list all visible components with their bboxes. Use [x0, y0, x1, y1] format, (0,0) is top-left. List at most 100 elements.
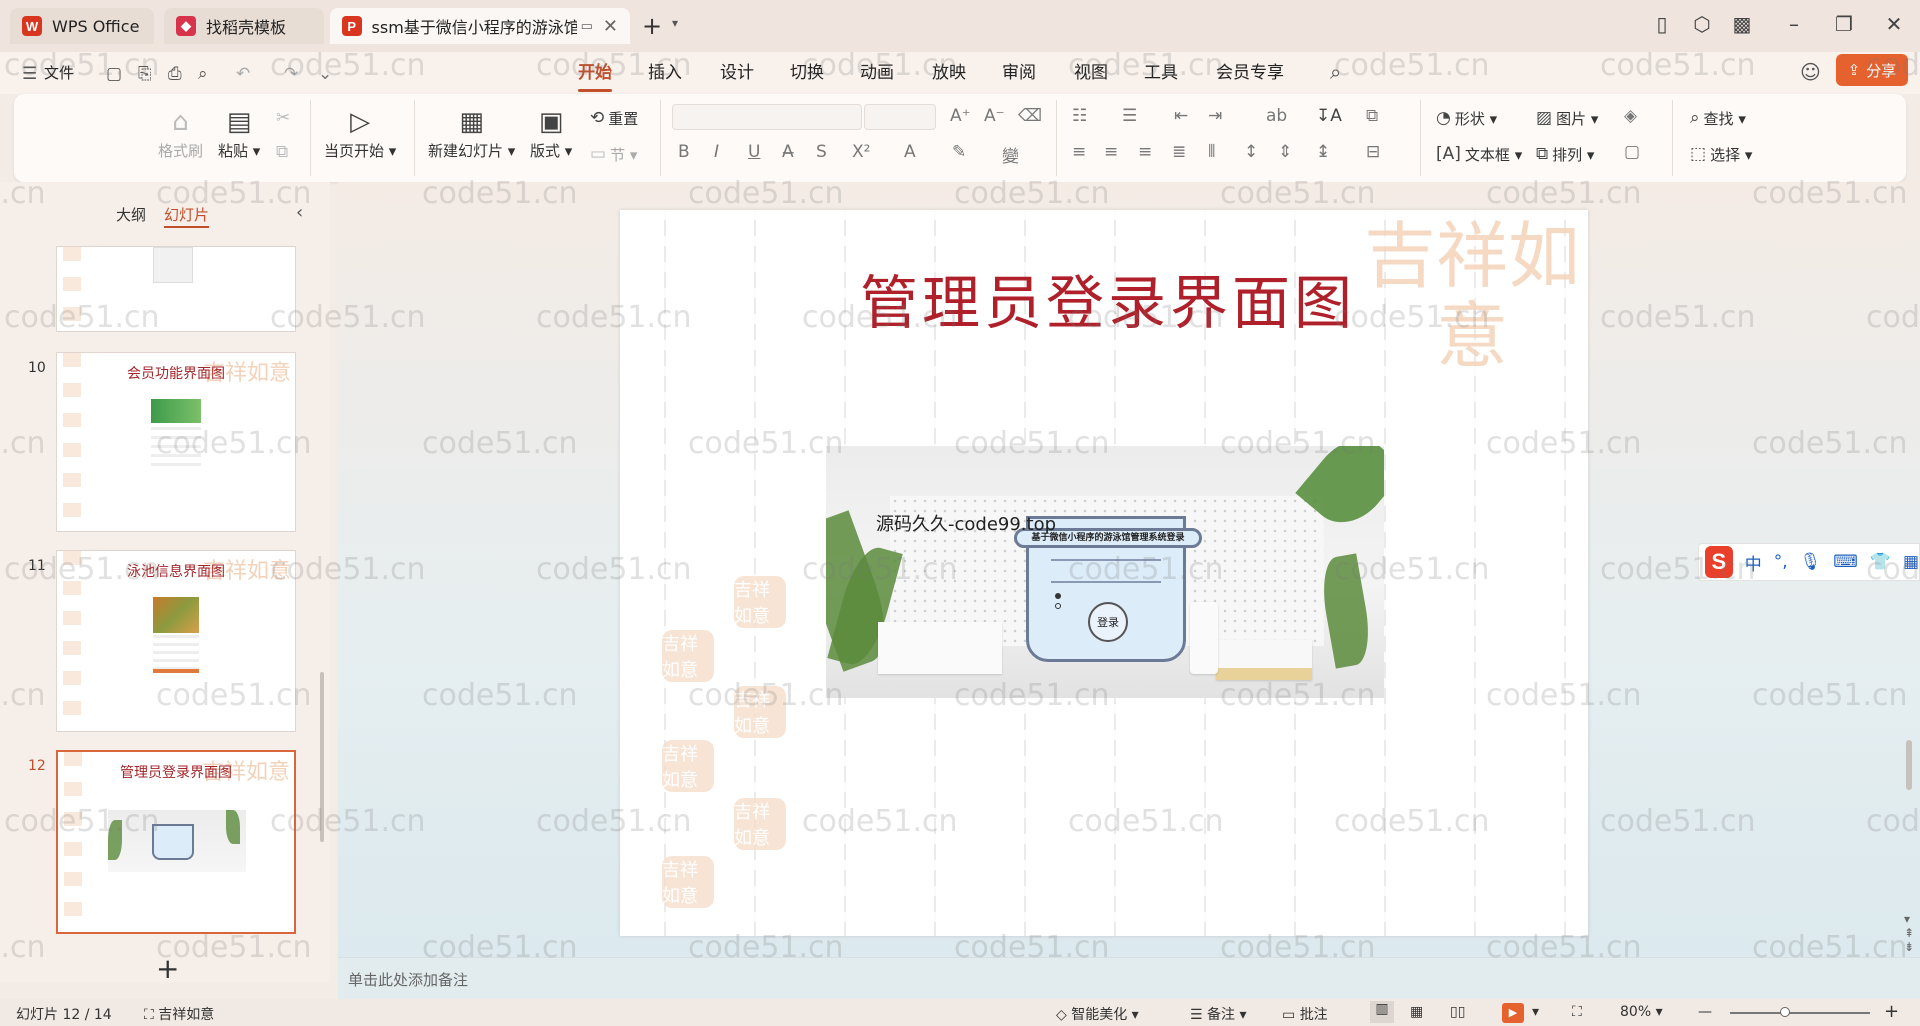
close-window-icon[interactable]: ✕ [1876, 12, 1912, 36]
cut-icon[interactable]: ✂ [276, 108, 290, 128]
sort-icon[interactable]: ↧A [1316, 106, 1342, 126]
highlight-icon[interactable]: ✎ [952, 142, 966, 162]
slide-title[interactable]: 管理员登录界面图 [620, 256, 1588, 340]
menu-view[interactable]: 视图 [1074, 60, 1108, 86]
tab-outline[interactable]: 大纲 [116, 204, 146, 225]
format-painter-button[interactable]: ⌂ 格式刷 [158, 104, 203, 161]
canvas-scrollbar[interactable] [1906, 740, 1912, 790]
save-icon[interactable]: ▢ [106, 64, 122, 84]
paragraph-spacing-icon[interactable]: ⇕ [1278, 142, 1292, 162]
microphone-icon[interactable]: 🎙 [1800, 552, 1822, 572]
share-button[interactable]: ⇪ 分享 [1836, 54, 1908, 86]
minimize-icon[interactable]: – [1776, 12, 1812, 36]
font-size-select[interactable] [864, 104, 936, 130]
select-button[interactable]: ⬚ 选择 ▾ [1690, 142, 1752, 166]
paste-button[interactable]: ▤ 粘贴 ▾ [218, 104, 260, 161]
sidebar-toggle-icon[interactable]: ▯ [1644, 12, 1680, 36]
ime-punctuation[interactable]: °, [1774, 552, 1788, 572]
distribute-icon[interactable]: ⦀ [1208, 142, 1215, 162]
decrease-font-icon[interactable]: A⁻ [984, 106, 1005, 126]
menu-home[interactable]: 开始 [578, 60, 612, 92]
phonetic-icon[interactable]: 變 [1002, 142, 1019, 167]
slideshow-play-icon[interactable]: ▶ [1502, 1003, 1524, 1023]
chevron-down-icon[interactable]: ▾ [672, 16, 678, 30]
menu-animation[interactable]: 动画 [860, 60, 894, 86]
align-right-icon[interactable]: ≡ [1138, 142, 1152, 162]
increase-font-icon[interactable]: A⁺ [950, 106, 971, 126]
arrange-button[interactable]: ⧉ 排列 ▾ [1536, 142, 1594, 166]
bold-icon[interactable]: B [678, 142, 690, 162]
find-button[interactable]: ⌕ 查找 ▾ [1690, 106, 1746, 130]
font-color-icon[interactable]: A [904, 142, 916, 162]
keyboard-icon[interactable]: ⌨ [1833, 552, 1858, 572]
collapse-panel-icon[interactable]: ‹ [296, 202, 303, 223]
tab-template[interactable]: ◆ 找稻壳模板 [164, 8, 324, 44]
close-tab-icon[interactable]: ✕ [603, 16, 618, 37]
line-spacing-icon[interactable]: ↕ [1244, 142, 1258, 162]
convert-icon[interactable]: ⧉ [1366, 106, 1378, 126]
customize-chevron-icon[interactable]: ⌄ [318, 64, 332, 84]
fill-icon[interactable]: ◈ [1624, 106, 1637, 126]
numbered-list-icon[interactable]: ☰ [1122, 106, 1137, 126]
text-direction-icon[interactable]: ab [1266, 106, 1287, 126]
reading-view-icon[interactable]: ▯▯ [1450, 1004, 1465, 1020]
sorter-view-icon[interactable]: ▦ [1410, 1004, 1423, 1020]
skin-icon[interactable]: 👕 [1870, 552, 1891, 572]
normal-view-icon[interactable]: ▥ [1370, 1001, 1394, 1023]
section-button[interactable]: ▭ 节 ▾ [590, 142, 637, 166]
slide-thumbnail-12[interactable]: 吉祥如意 管理员登录界面图 [56, 750, 296, 934]
menu-transition[interactable]: 切换 [790, 60, 824, 86]
user-avatar-icon[interactable]: ▩ [1724, 12, 1760, 36]
comments-button[interactable]: ▭ 批注 [1282, 1004, 1328, 1024]
bullet-list-icon[interactable]: ☷ [1072, 106, 1087, 126]
font-family-select[interactable] [672, 104, 862, 130]
print-preview-icon[interactable]: ⌕ [198, 64, 208, 84]
grid-icon[interactable]: ▦ [1903, 552, 1919, 572]
menu-tools[interactable]: 工具 [1144, 60, 1178, 86]
decrease-indent-icon[interactable]: ⇤ [1174, 106, 1188, 126]
tab-wps-office[interactable]: W WPS Office [10, 8, 154, 44]
smart-beautify-button[interactable]: ◇ 智能美化 ▾ [1056, 1004, 1139, 1024]
page-nav-icon[interactable]: ▾ ⇞ ⇟ [1904, 912, 1914, 954]
italic-icon[interactable]: I [714, 142, 719, 162]
add-slide-icon[interactable]: + [156, 952, 179, 985]
chat-icon[interactable]: ☺ [1800, 60, 1821, 84]
justify-icon[interactable]: ≣ [1172, 142, 1186, 162]
fit-window-icon[interactable]: ⛶ [1572, 1004, 1582, 1020]
slide-thumbnail-10[interactable]: 吉祥如意 会员功能界面图 [56, 352, 296, 532]
menu-review[interactable]: 审阅 [1002, 60, 1036, 86]
new-tab-icon[interactable]: + [642, 12, 662, 40]
zoom-level[interactable]: 80% ▾ [1620, 1004, 1663, 1020]
layout-button[interactable]: ▣ 版式 ▾ [530, 104, 572, 161]
superscript-icon[interactable]: X² [852, 142, 870, 162]
slide-thumbnail-9[interactable] [56, 246, 296, 332]
clear-format-icon[interactable]: ⌫ [1018, 106, 1042, 126]
notes-pane[interactable]: 单击此处添加备注 [338, 957, 1920, 999]
undo-icon[interactable]: ↶ [236, 64, 250, 84]
file-menu[interactable]: 文件 [44, 60, 74, 86]
ime-toolbar[interactable]: S 中 °, 🎙 ⌨ 👕 ▦ [1698, 543, 1920, 581]
play-current-button[interactable]: ▷ 当页开始 ▾ [324, 104, 396, 161]
cube-icon[interactable]: ⬡ [1684, 12, 1720, 36]
column-spacing-icon[interactable]: ↨ [1316, 142, 1330, 162]
menu-insert[interactable]: 插入 [648, 60, 682, 86]
zoom-slider[interactable] [1730, 1012, 1870, 1014]
underline-icon[interactable]: U [748, 142, 760, 162]
redo-icon[interactable]: ↷ [284, 64, 298, 84]
shadow-icon[interactable]: S [816, 142, 827, 162]
menu-slideshow[interactable]: 放映 [932, 60, 966, 86]
menu-design[interactable]: 设计 [720, 60, 754, 86]
strikethrough-icon[interactable]: A̶ [782, 142, 794, 162]
outline-icon[interactable]: ▢ [1624, 142, 1640, 162]
export-icon[interactable]: ⎘ [138, 64, 152, 84]
align-left-icon[interactable]: ≡ [1072, 142, 1086, 162]
print-icon[interactable]: ⎙ [168, 64, 182, 84]
restore-icon[interactable]: ❐ [1826, 12, 1862, 36]
hamburger-icon[interactable]: ☰ [22, 64, 37, 84]
zoom-out-icon[interactable]: — [1698, 1004, 1712, 1020]
theme-indicator[interactable]: ⛶ 吉祥如意 [144, 1004, 214, 1024]
shape-button[interactable]: ◔ 形状 ▾ [1436, 106, 1497, 130]
picture-button[interactable]: ▨ 图片 ▾ [1536, 106, 1598, 130]
zoom-slider-handle[interactable] [1780, 1007, 1790, 1017]
login-screenshot-image[interactable]: 基于微信小程序的游泳馆管理系统登录 登录 源码久久-code99.top [826, 446, 1384, 698]
